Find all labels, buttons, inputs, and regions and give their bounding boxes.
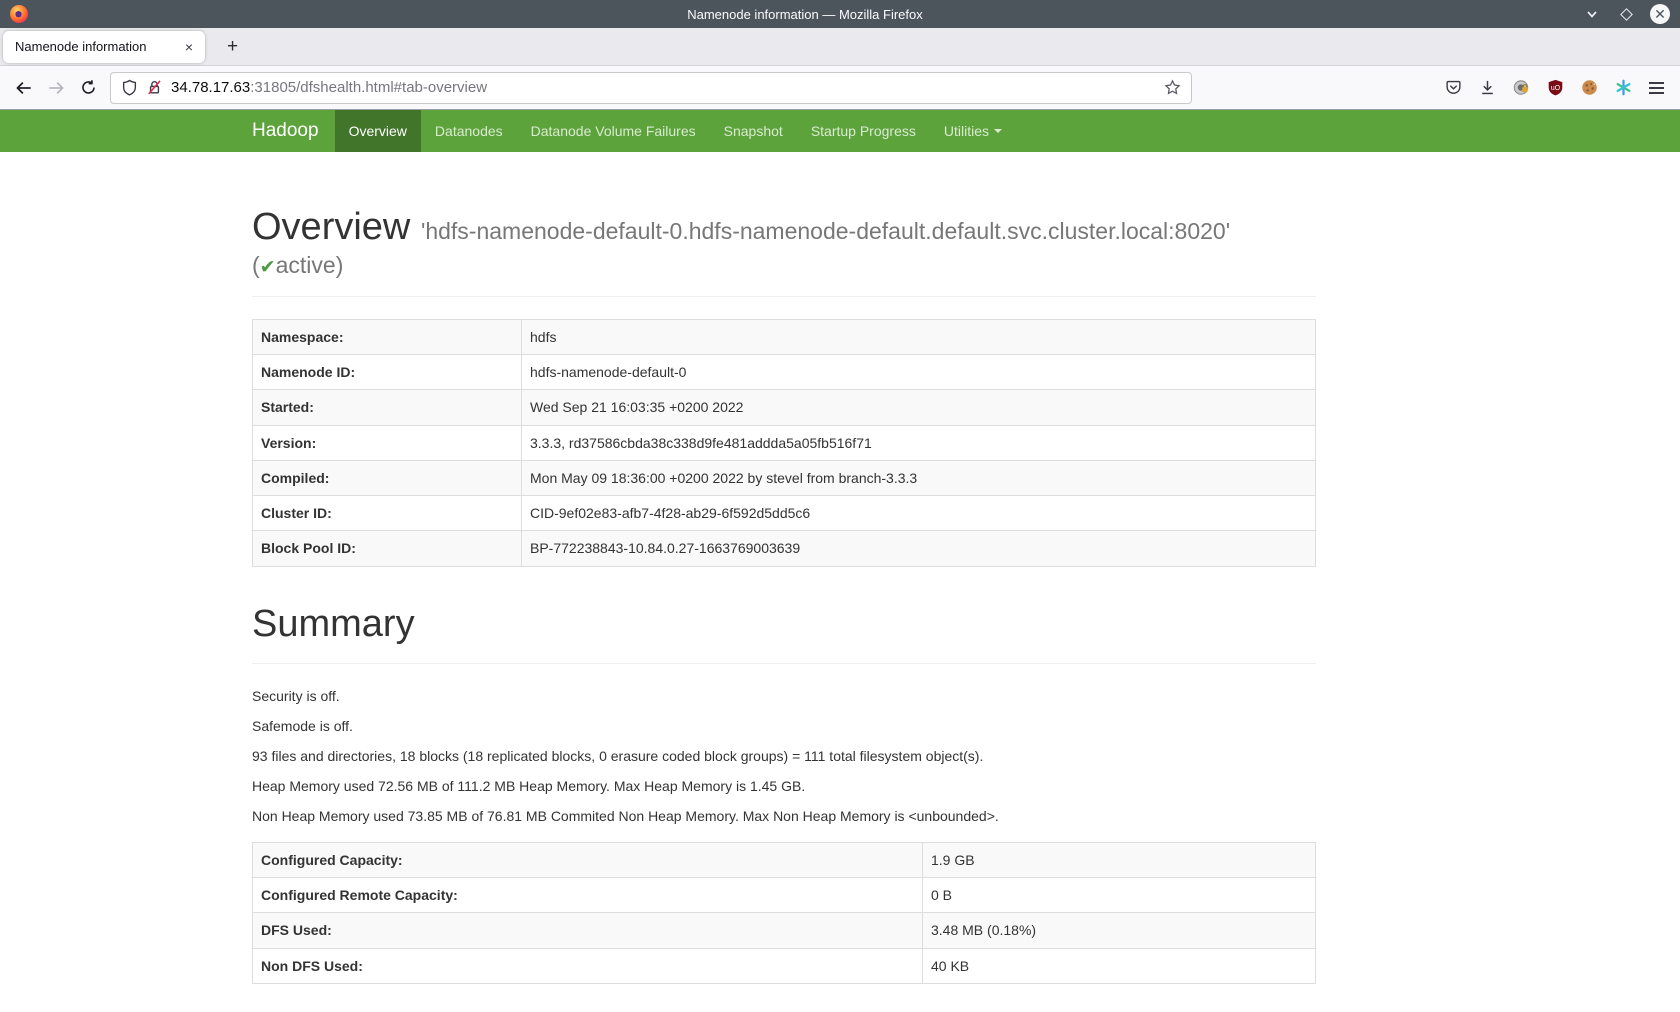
browser-tab[interactable]: Namenode information × — [3, 31, 205, 63]
download-icon[interactable] — [1479, 79, 1496, 96]
firefox-logo-icon — [10, 5, 28, 23]
summary-text: Security is off. Safemode is off. 93 fil… — [252, 686, 1316, 826]
summary-line: Security is off. — [252, 686, 1316, 706]
table-row: Namenode ID:hdfs-namenode-default-0 — [253, 354, 1316, 389]
nav-item-datanodes[interactable]: Datanodes — [421, 110, 517, 152]
url-host: 34.78.17.63 — [171, 79, 250, 96]
new-tab-button[interactable]: + — [219, 34, 246, 60]
tab-close-button[interactable]: × — [181, 37, 197, 57]
asterisk-extension-icon[interactable] — [1615, 79, 1632, 96]
bookmark-star-icon[interactable] — [1164, 79, 1181, 96]
namenode-status: (✔active) — [252, 252, 1316, 279]
table-row: Namespace:hdfs — [253, 319, 1316, 354]
maximize-button[interactable] — [1616, 4, 1636, 24]
ublock-extension-icon[interactable]: uO — [1547, 79, 1564, 96]
nav-item-overview[interactable]: Overview — [335, 110, 421, 152]
privacy-extension-icon[interactable] — [1513, 79, 1530, 96]
table-row: DFS Used:3.48 MB (0.18%) — [253, 913, 1316, 948]
tab-title: Namenode information — [15, 39, 181, 54]
page-title: Overview 'hdfs-namenode-default-0.hdfs-n… — [252, 206, 1316, 250]
summary-line: Safemode is off. — [252, 716, 1316, 736]
nav-item-utilities[interactable]: Utilities — [930, 110, 1016, 152]
navbar-brand[interactable]: Hadoop — [252, 110, 335, 152]
summary-line: 93 files and directories, 18 blocks (18 … — [252, 746, 1316, 766]
browser-toolbar: 34.78.17.63:31805/dfshealth.html#tab-ove… — [0, 66, 1680, 110]
check-icon: ✔ — [260, 257, 276, 278]
summary-title: Summary — [252, 603, 1316, 646]
menu-icon[interactable] — [1649, 82, 1664, 94]
close-button[interactable]: ✕ — [1650, 4, 1670, 24]
url-bar[interactable]: 34.78.17.63:31805/dfshealth.html#tab-ove… — [110, 72, 1192, 104]
diamond-icon — [1620, 8, 1633, 21]
nav-item-datanode-volume-failures[interactable]: Datanode Volume Failures — [517, 110, 710, 152]
table-row: Started:Wed Sep 21 16:03:35 +0200 2022 — [253, 390, 1316, 425]
table-row: Configured Remote Capacity:0 B — [253, 878, 1316, 913]
cookie-extension-icon[interactable] — [1581, 79, 1598, 96]
shield-icon[interactable] — [121, 79, 138, 96]
summary-line: Non Heap Memory used 73.85 MB of 76.81 M… — [252, 806, 1316, 826]
table-row: Configured Capacity:1.9 GB — [253, 842, 1316, 877]
table-row: Version:3.3.3, rd37586cbda38c338d9fe481a… — [253, 425, 1316, 460]
hadoop-navbar: Hadoop Overview Datanodes Datanode Volum… — [0, 110, 1680, 152]
table-row: Non DFS Used:40 KB — [253, 948, 1316, 983]
window-title: Namenode information — Mozilla Firefox — [28, 7, 1582, 22]
svg-text:uO: uO — [1551, 85, 1561, 92]
namenode-info-table: Namespace:hdfs Namenode ID:hdfs-namenode… — [252, 319, 1316, 567]
pocket-icon[interactable] — [1445, 79, 1462, 96]
reload-button[interactable] — [72, 72, 104, 104]
divider — [252, 663, 1316, 664]
tab-strip: Namenode information × + — [0, 28, 1680, 66]
nav-item-startup-progress[interactable]: Startup Progress — [797, 110, 930, 152]
forward-button[interactable] — [40, 72, 72, 104]
divider — [252, 296, 1316, 297]
nav-item-snapshot[interactable]: Snapshot — [710, 110, 797, 152]
table-row: Cluster ID:CID-9ef02e83-afb7-4f28-ab29-6… — [253, 496, 1316, 531]
page-content: Overview 'hdfs-namenode-default-0.hdfs-n… — [252, 206, 1316, 984]
summary-line: Heap Memory used 72.56 MB of 111.2 MB He… — [252, 776, 1316, 796]
url-text: 34.78.17.63:31805/dfshealth.html#tab-ove… — [171, 79, 487, 96]
table-row: Block Pool ID:BP-772238843-10.84.0.27-16… — [253, 531, 1316, 566]
minimize-button[interactable] — [1582, 4, 1602, 24]
url-path: :31805/dfshealth.html#tab-overview — [250, 79, 487, 96]
insecure-lock-icon[interactable] — [146, 79, 163, 96]
caret-down-icon — [994, 129, 1002, 133]
back-button[interactable] — [8, 72, 40, 104]
table-row: Compiled:Mon May 09 18:36:00 +0200 2022 … — [253, 460, 1316, 495]
capacity-summary-table: Configured Capacity:1.9 GB Configured Re… — [252, 842, 1316, 984]
namenode-address: 'hdfs-namenode-default-0.hdfs-namenode-d… — [421, 218, 1230, 244]
window-titlebar: Namenode information — Mozilla Firefox ✕ — [0, 0, 1680, 28]
